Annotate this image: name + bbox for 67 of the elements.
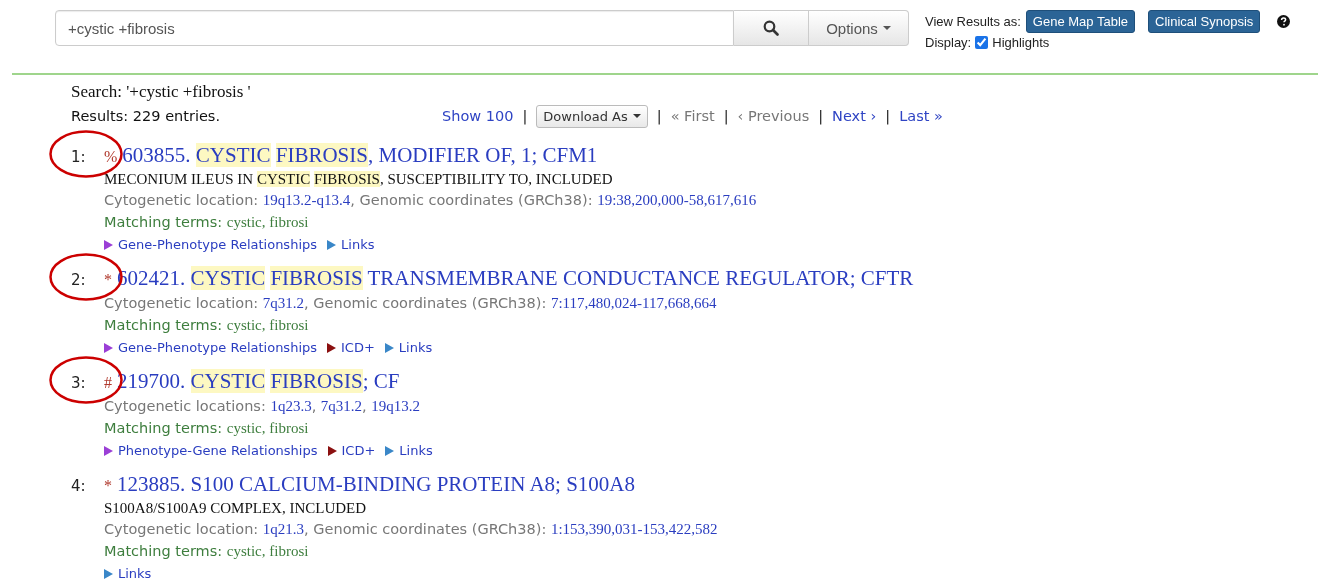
location-link[interactable]: 1q21.3 xyxy=(262,521,305,537)
expand-link[interactable]: Gene-Phenotype Relationships xyxy=(104,237,318,252)
entry-number: 3: xyxy=(71,374,87,392)
included-title: MECONIUM ILEUS IN CYSTIC FIBROSIS, SUSCEPTIBILITY TO, INCLUDED xyxy=(104,171,614,188)
expand-link[interactable]: Links xyxy=(327,237,375,252)
pager-link[interactable]: Next › xyxy=(832,108,877,124)
location-label: , xyxy=(311,398,318,414)
location-link[interactable]: 7q31.2 xyxy=(262,295,305,311)
included-title: S100A8/S100A9 COMPLEX, INCLUDED xyxy=(104,500,368,517)
expand-link[interactable]: Gene-Phenotype Relationships xyxy=(104,340,318,355)
view-button[interactable]: Clinical Synopsis xyxy=(1148,9,1261,33)
caret-icon xyxy=(882,26,891,30)
entry-symbol: * xyxy=(104,271,112,289)
location-link[interactable]: 7q31.2 xyxy=(320,398,363,414)
location-link[interactable]: 19q13.2-q13.4 xyxy=(262,192,351,208)
location-label: , xyxy=(362,398,368,414)
pager-separator: | xyxy=(885,108,891,124)
highlights-label: Highlights xyxy=(992,35,1050,50)
matching-terms: Matching terms: cystic, fibrosi xyxy=(104,543,310,560)
location-link[interactable]: 1q23.3 xyxy=(270,398,312,414)
download-dropdown[interactable]: Download As xyxy=(536,104,648,128)
expand-link[interactable]: ICD+ xyxy=(327,443,376,458)
location-link[interactable]: 19q13.2 xyxy=(371,398,421,414)
pager-link[interactable]: Show 100 xyxy=(442,108,514,124)
pager-separator: | xyxy=(723,108,729,124)
location-link[interactable]: 19:38,200,000-58,617,616 xyxy=(597,192,757,208)
entry-symbol: % xyxy=(104,148,118,166)
entry-title-link[interactable]: 603855. CYSTIC FIBROSIS, MODIFIER OF, 1; CFM1 xyxy=(122,143,598,168)
location-link[interactable]: 7:117,480,024-117,668,664 xyxy=(550,295,717,311)
location-link[interactable]: 1:153,390,031-153,422,582 xyxy=(550,521,718,537)
expand-link[interactable]: Phenotype-Gene Relationships xyxy=(104,443,318,458)
location-label: , Genomic coordinates (GRCh38): xyxy=(350,192,594,208)
highlights-checkbox[interactable] xyxy=(975,36,989,49)
entry-number: 2: xyxy=(71,271,87,289)
entry-title-link[interactable]: 123885. S100 CALCIUM-BINDING PROTEIN A8; S100A8 xyxy=(117,472,636,497)
matching-terms: Matching terms: cystic, fibrosi xyxy=(104,214,310,231)
expand-link[interactable]: Links xyxy=(104,566,152,581)
search-icon xyxy=(763,20,779,36)
matching-terms: Matching terms: cystic, fibrosi xyxy=(104,317,310,334)
location-label: , Genomic coordinates (GRCh38): xyxy=(304,295,548,311)
location-label: Cytogenetic location: xyxy=(104,192,260,208)
help-icon[interactable] xyxy=(1277,14,1291,28)
expand-link[interactable]: ICD+ xyxy=(327,340,375,355)
entry-number: 1: xyxy=(71,148,87,166)
entry-symbol: * xyxy=(104,477,112,495)
caret-icon xyxy=(632,114,641,118)
expand-link[interactable]: Links xyxy=(384,340,433,355)
expand-link[interactable]: Links xyxy=(385,443,433,458)
results-count: Results: 229 entries. xyxy=(71,108,221,124)
options-button[interactable]: Options xyxy=(809,10,909,46)
location-label: , Genomic coordinates (GRCh38): xyxy=(304,521,548,537)
display-label: Display: xyxy=(925,35,972,50)
view-results-label: View Results as: xyxy=(925,13,1021,29)
pager-separator: | xyxy=(818,108,824,124)
location-label: Cytogenetic location: xyxy=(104,295,260,311)
search-summary: Search: '+cystic +fibrosis ' xyxy=(71,82,252,102)
location-label: Cytogenetic locations: xyxy=(104,398,267,414)
search-field[interactable]: +cystic +fibrosis xyxy=(55,10,734,46)
search-button[interactable] xyxy=(734,10,809,46)
pager-link[interactable]: Last » xyxy=(899,108,943,124)
pager-separator: | xyxy=(656,108,662,124)
location-label: Cytogenetic location: xyxy=(104,521,260,537)
view-button[interactable]: Gene Map Table xyxy=(1025,9,1136,33)
matching-terms: Matching terms: cystic, fibrosi xyxy=(104,420,310,437)
entry-symbol: # xyxy=(104,374,112,392)
pager-separator: | xyxy=(522,108,528,124)
entry-number: 4: xyxy=(71,477,87,495)
